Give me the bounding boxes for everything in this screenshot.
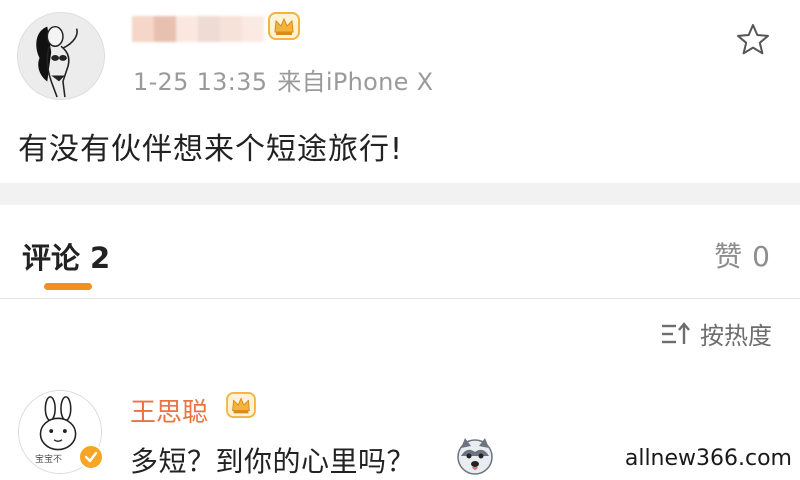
post-source: 来自iPhone X [277,68,434,96]
sort-by-heat-button[interactable]: 按热度 [660,316,772,351]
comment-tabs: 评论 2 赞0 [0,205,800,299]
crown-icon [226,392,256,418]
tab-likes-count: 0 [752,240,770,273]
tab-comments[interactable]: 评论 2 [22,235,110,277]
husky-emoji-icon [457,438,493,475]
post-meta: 1-25 13:35 来自iPhone X [133,62,433,97]
username-blurred[interactable] [132,16,264,42]
section-divider [0,183,800,205]
sort-icon [662,321,690,344]
tab-likes-label: 赞 [714,240,743,273]
post-card: 1-25 13:35 来自iPhone X 有没有伙伴想来个短途旅行! [0,0,800,183]
comment-text: 多短？到你的心里吗？ [130,445,416,478]
post-text: 有没有伙伴想来个短途旅行! [18,132,404,167]
active-tab-indicator [44,283,92,290]
avatar-caption: 宝宝不 [35,455,63,465]
crown-icon [268,12,300,40]
tab-comments-label: 评论 [22,241,81,275]
comment-author[interactable]: 王思聪 [130,392,208,429]
post-timestamp: 1-25 13:35 [133,68,268,96]
star-icon[interactable] [735,22,771,58]
user-avatar[interactable] [17,12,105,100]
sort-label: 按热度 [700,322,772,350]
watermark: allnew366.com [624,446,792,471]
verified-badge-icon [78,444,104,470]
tab-likes[interactable]: 赞0 [714,235,770,275]
avatar-illustration [18,13,104,99]
tab-comments-count: 2 [90,241,111,275]
